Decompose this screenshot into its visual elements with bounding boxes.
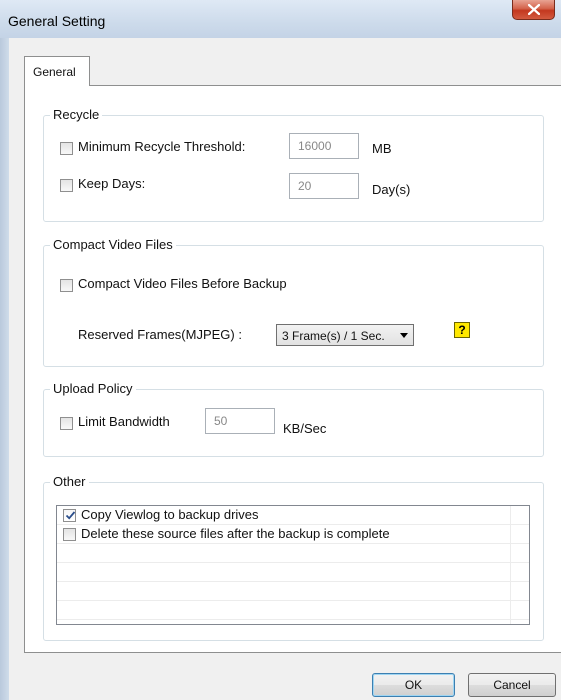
- help-icon[interactable]: ?: [454, 322, 470, 338]
- compact-video-group: Compact Video Files Compact Video Files …: [43, 237, 544, 367]
- list-item-empty: [57, 563, 529, 582]
- list-column-divider: [510, 506, 511, 624]
- compact-before-backup-checkbox[interactable]: [60, 279, 73, 292]
- other-group: Other Copy Viewlog to backup drives Dele…: [43, 474, 544, 641]
- other-options-list[interactable]: Copy Viewlog to backup drives Delete the…: [56, 505, 530, 625]
- copy-viewlog-checkbox[interactable]: [63, 509, 76, 522]
- keep-days-label: Keep Days:: [78, 176, 146, 191]
- tab-panel-general: Recycle Minimum Recycle Threshold: 16000…: [24, 85, 561, 653]
- min-threshold-input[interactable]: 16000: [289, 133, 359, 159]
- tab-general-label: General: [33, 65, 76, 79]
- copy-viewlog-label: Copy Viewlog to backup drives: [81, 507, 259, 522]
- compact-video-legend: Compact Video Files: [50, 237, 176, 252]
- list-item[interactable]: Copy Viewlog to backup drives: [57, 506, 529, 525]
- reserved-frames-value: 3 Frame(s) / 1 Sec.: [282, 329, 385, 343]
- list-item-empty: [57, 582, 529, 601]
- list-item-empty: [57, 544, 529, 563]
- close-icon: [528, 4, 540, 15]
- min-threshold-unit: MB: [372, 141, 392, 156]
- close-button[interactable]: [512, 0, 555, 20]
- min-threshold-label: Minimum Recycle Threshold:: [78, 139, 246, 154]
- recycle-group: Recycle Minimum Recycle Threshold: 16000…: [43, 107, 544, 222]
- limit-bandwidth-label: Limit Bandwidth: [78, 414, 170, 429]
- reserved-frames-label: Reserved Frames(MJPEG) :: [78, 327, 242, 342]
- title-bar[interactable]: General Setting: [0, 0, 561, 38]
- list-item[interactable]: Delete these source files after the back…: [57, 525, 529, 544]
- keep-days-unit: Day(s): [372, 182, 411, 197]
- keep-days-checkbox[interactable]: [60, 179, 73, 192]
- upload-policy-group: Upload Policy Limit Bandwidth 50 KB/Sec: [43, 381, 544, 457]
- limit-bandwidth-unit: KB/Sec: [283, 421, 327, 436]
- cancel-button[interactable]: Cancel: [468, 673, 556, 697]
- window-title: General Setting: [8, 13, 106, 29]
- upload-policy-legend: Upload Policy: [50, 381, 136, 396]
- reserved-frames-select[interactable]: 3 Frame(s) / 1 Sec.: [276, 324, 414, 346]
- min-threshold-checkbox[interactable]: [60, 142, 73, 155]
- delete-source-checkbox[interactable]: [63, 528, 76, 541]
- other-legend: Other: [50, 474, 89, 489]
- keep-days-input[interactable]: 20: [289, 173, 359, 199]
- limit-bandwidth-checkbox[interactable]: [60, 417, 73, 430]
- list-item-empty: [57, 601, 529, 620]
- recycle-legend: Recycle: [50, 107, 103, 122]
- limit-bandwidth-input[interactable]: 50: [205, 408, 275, 434]
- compact-before-backup-label: Compact Video Files Before Backup: [78, 276, 287, 291]
- chevron-down-icon: [400, 333, 408, 338]
- window-frame-left: [0, 38, 9, 700]
- delete-source-label: Delete these source files after the back…: [81, 526, 390, 541]
- checkmark-icon: [65, 511, 76, 520]
- tab-general[interactable]: General: [24, 56, 90, 86]
- ok-button[interactable]: OK: [372, 673, 455, 697]
